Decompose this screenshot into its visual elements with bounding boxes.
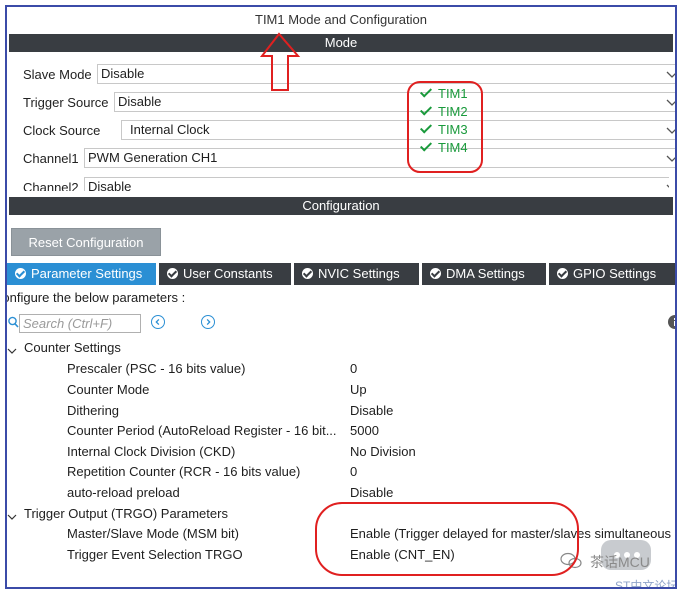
trigger-source-value: Disable (118, 94, 162, 109)
timer-item: TIM4 (420, 139, 468, 157)
tim1-config-window: TIM1 Mode and Configuration Mode Slave M… (5, 5, 677, 589)
check-circle-icon (430, 268, 441, 279)
param-name: Dithering (67, 403, 120, 418)
chevron-down-icon (666, 99, 675, 106)
channel2-row: Channel2 Disable (23, 177, 669, 191)
chevron-down-icon (666, 184, 669, 188)
tab-label: GPIO Settings (573, 266, 657, 281)
param-value[interactable]: Up (350, 382, 367, 397)
channel1-row: Channel1 PWM Generation CH1 (23, 148, 675, 170)
param-name: Prescaler (PSC - 16 bits value) (67, 361, 246, 376)
param-name: Repetition Counter (RCR - 16 bits value) (67, 464, 301, 479)
configure-hint: Configure the below parameters : (5, 290, 186, 305)
configuration-section-header: Configuration (9, 197, 673, 215)
previous-match-icon[interactable] (151, 315, 165, 329)
channel1-value: PWM Generation CH1 (88, 150, 218, 165)
check-circle-icon (15, 268, 26, 279)
channel2-label: Channel2 (23, 180, 79, 191)
slave-mode-label: Slave Mode (23, 67, 92, 82)
param-value[interactable]: 0 (350, 361, 357, 376)
chevron-down-icon (666, 127, 675, 134)
mode-section-header: Mode (9, 34, 673, 52)
slave-mode-row: Slave Mode Disable (23, 64, 675, 86)
reset-configuration-button[interactable]: Reset Configuration (11, 228, 161, 256)
timer-list: TIM1 TIM2 TIM3 TIM4 (420, 85, 468, 157)
timer-label: TIM3 (438, 122, 468, 137)
tab-parameter-settings[interactable]: Parameter Settings (7, 263, 157, 285)
channel2-select[interactable]: Disable (84, 177, 669, 191)
timer-label: TIM1 (438, 86, 468, 101)
search-icon (8, 316, 19, 328)
timer-label: TIM2 (438, 104, 468, 119)
param-value[interactable]: Disable (350, 485, 393, 500)
channel1-label: Channel1 (23, 151, 79, 166)
trigger-source-row: Trigger Source Disable (23, 92, 675, 114)
watermark-subtitle: ST中文论坛 (615, 579, 677, 589)
param-name: Counter Mode (67, 382, 150, 397)
timer-item: TIM2 (420, 103, 468, 121)
param-name: Trigger Event Selection TRGO (67, 547, 243, 562)
channel2-value: Disable (88, 179, 132, 191)
param-value[interactable]: No Division (350, 444, 416, 459)
search-input[interactable]: Search (Ctrl+F) (19, 314, 141, 333)
clock-source-row: Clock Source Internal Clock (23, 120, 675, 142)
param-value[interactable]: Enable (CNT_EN) (350, 547, 455, 562)
info-icon[interactable] (668, 315, 677, 329)
clock-source-label: Clock Source (23, 123, 101, 138)
chevron-down-icon (666, 155, 675, 162)
slave-mode-value: Disable (101, 66, 145, 81)
trigger-source-label: Trigger Source (23, 95, 109, 110)
trgo-group-title: Trigger Output (TRGO) Parameters (24, 506, 228, 521)
timer-label: TIM4 (438, 140, 468, 155)
tab-gpio-settings[interactable]: GPIO Settings (549, 263, 675, 285)
param-value[interactable]: 0 (350, 464, 357, 479)
tab-label: User Constants (183, 266, 273, 281)
timer-item: TIM3 (420, 121, 468, 139)
tab-user-constants[interactable]: User Constants (159, 263, 292, 285)
search-placeholder: Search (Ctrl+F) (23, 316, 113, 331)
chevron-down-icon (666, 71, 675, 78)
channel1-select[interactable]: PWM Generation CH1 (84, 148, 675, 168)
watermark-title: 茶话MCU (590, 554, 650, 570)
chevron-down-icon[interactable] (7, 512, 17, 522)
config-tabs: Parameter Settings User Constants NVIC S… (7, 263, 675, 285)
check-icon (420, 106, 432, 116)
check-icon (420, 124, 432, 134)
param-name: Internal Clock Division (CKD) (67, 444, 236, 459)
next-match-icon[interactable] (201, 315, 215, 329)
param-name: Counter Period (AutoReload Register - 16… (67, 423, 337, 438)
wechat-icon (560, 552, 582, 569)
param-value[interactable]: 5000 (350, 423, 379, 438)
tab-label: DMA Settings (446, 266, 525, 281)
param-value[interactable]: Disable (350, 403, 393, 418)
check-circle-icon (557, 268, 568, 279)
clock-source-select[interactable]: Internal Clock (121, 120, 675, 140)
counter-settings-group-title: Counter Settings (24, 340, 121, 355)
timer-item: TIM1 (420, 85, 468, 103)
window-title: TIM1 Mode and Configuration (255, 12, 427, 27)
slave-mode-select[interactable]: Disable (97, 64, 675, 84)
tab-dma-settings[interactable]: DMA Settings (422, 263, 547, 285)
tab-label: Parameter Settings (31, 266, 143, 281)
check-circle-icon (302, 268, 313, 279)
tab-label: NVIC Settings (318, 266, 400, 281)
param-name: auto-reload preload (67, 485, 180, 500)
param-name: Master/Slave Mode (MSM bit) (67, 526, 239, 541)
clock-source-value: Internal Clock (130, 122, 210, 137)
chevron-down-icon[interactable] (7, 346, 17, 356)
check-icon (420, 88, 432, 98)
check-circle-icon (167, 268, 178, 279)
check-icon (420, 142, 432, 152)
trigger-source-select[interactable]: Disable (114, 92, 675, 112)
tab-nvic-settings[interactable]: NVIC Settings (294, 263, 420, 285)
